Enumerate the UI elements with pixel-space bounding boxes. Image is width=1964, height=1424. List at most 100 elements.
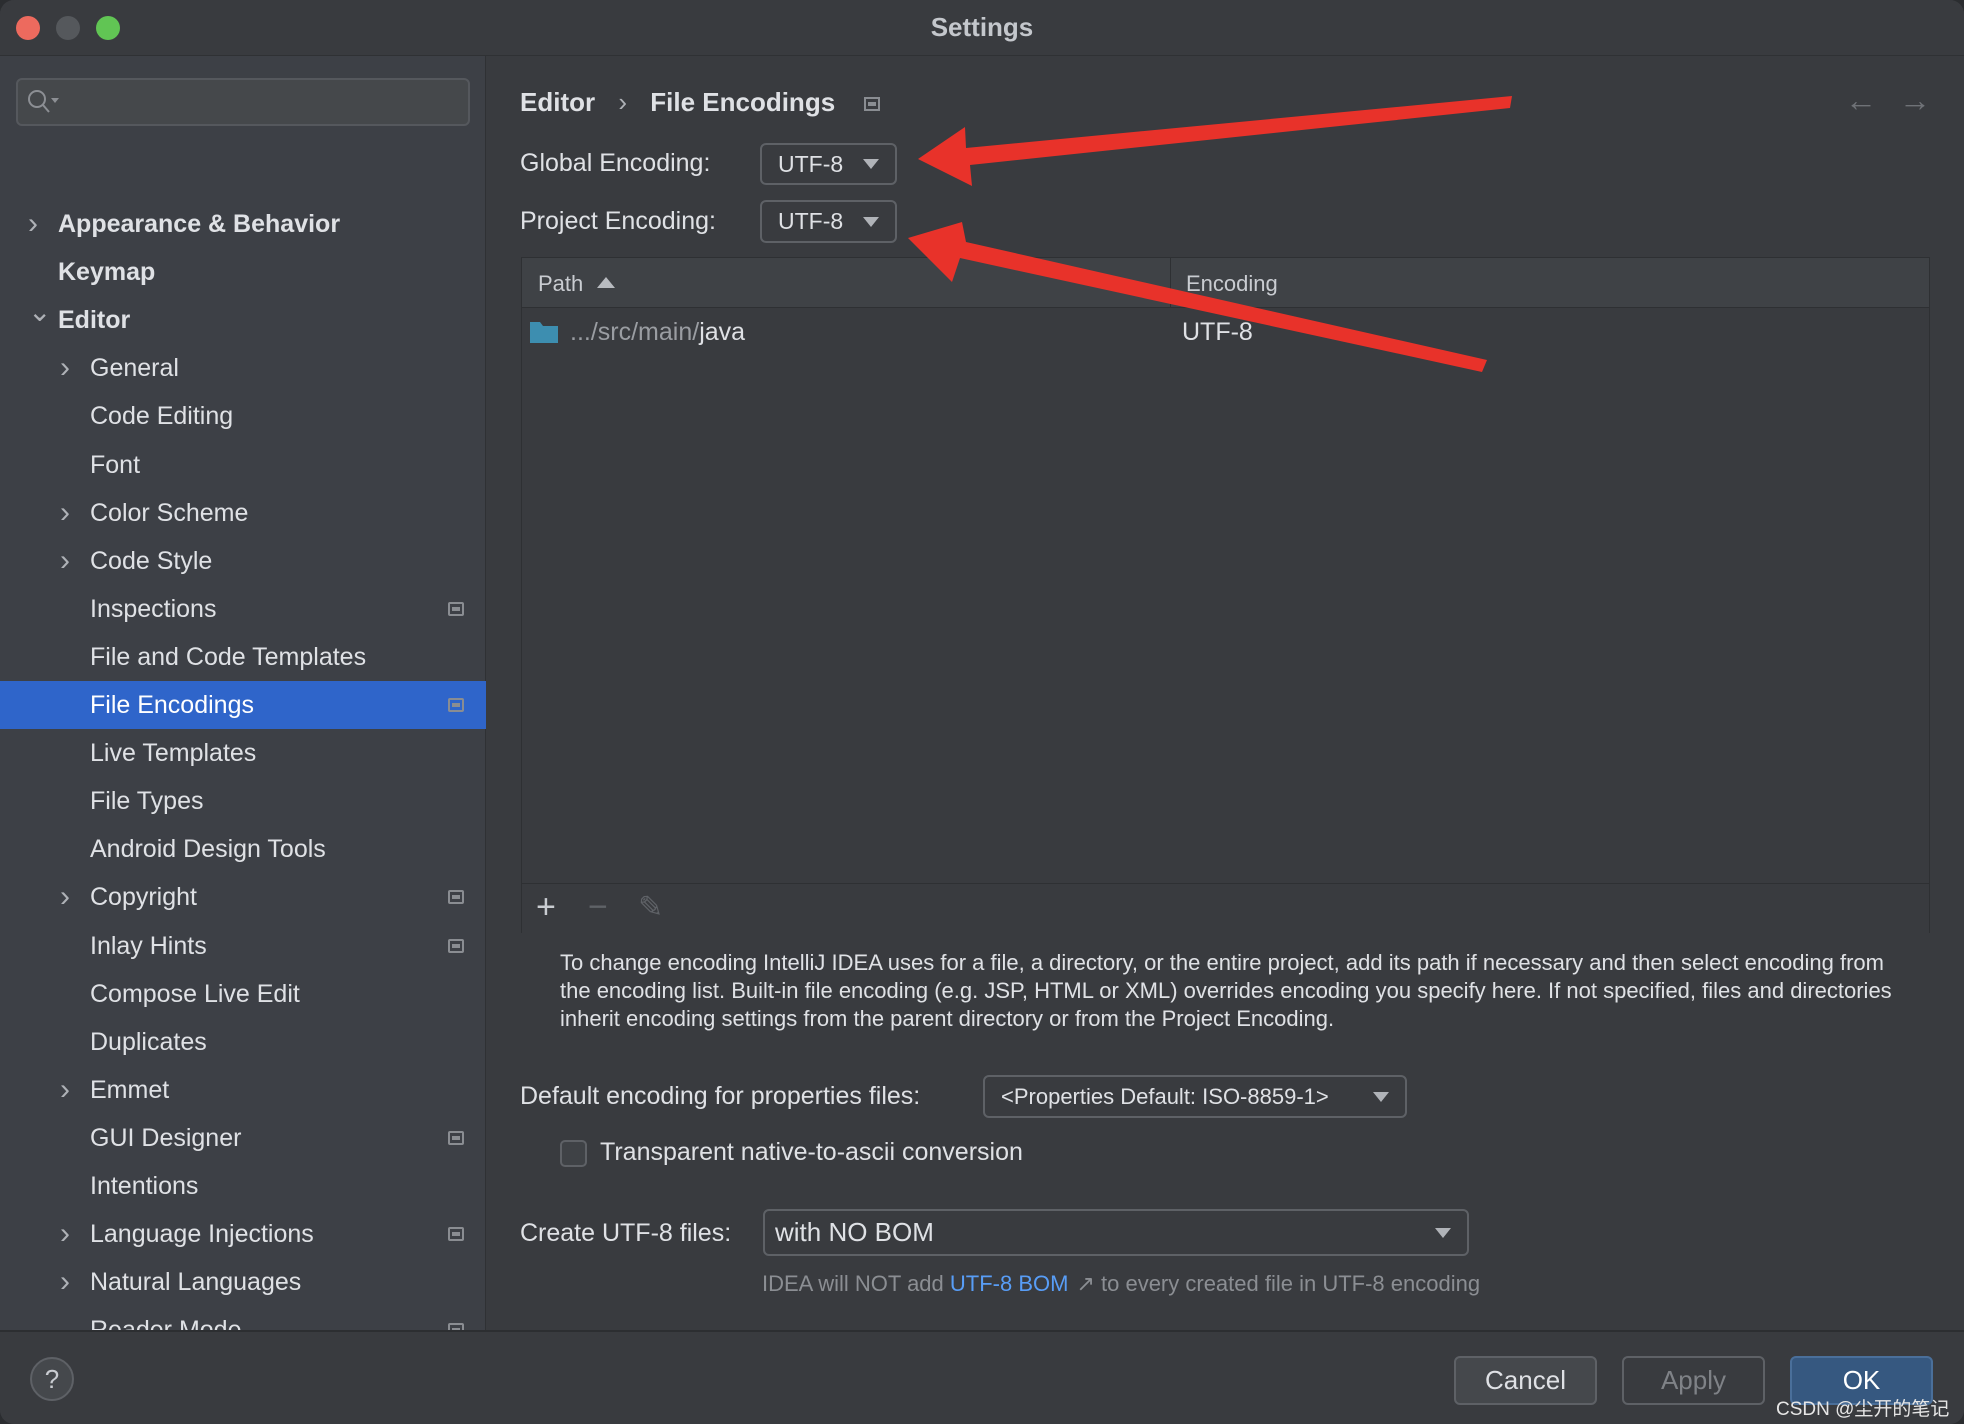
sidebar-item-label: Font [90, 450, 141, 479]
sidebar-item-color-scheme[interactable]: › Color Scheme [0, 489, 486, 537]
column-header-encoding[interactable]: Encoding [1186, 271, 1278, 297]
sidebar-item-live-templates[interactable]: Live Templates [0, 729, 486, 777]
project-scope-icon [448, 938, 464, 953]
chevron-right-icon[interactable]: › [60, 1210, 70, 1258]
folder-icon [530, 322, 558, 343]
sidebar-item-label: Natural Languages [90, 1268, 302, 1297]
sidebar-item-natural-languages[interactable]: › Natural Languages [0, 1258, 486, 1306]
settings-sidebar: › Appearance & Behavior Keymap ⌄ Editor › Gene… [0, 56, 486, 1392]
table-toolbar: + − ✎ [522, 883, 1929, 933]
sidebar-item-font[interactable]: Font [0, 441, 486, 489]
hint-text-before: IDEA will NOT add [762, 1271, 950, 1296]
apply-button[interactable]: Apply [1622, 1356, 1765, 1405]
properties-encoding-value: <Properties Default: ISO-8859-1> [1001, 1083, 1329, 1109]
breadcrumb-parent[interactable]: Editor [520, 87, 595, 117]
back-arrow-icon[interactable]: ← [1845, 82, 1877, 119]
cancel-button[interactable]: Cancel [1454, 1356, 1597, 1405]
sidebar-item-appearance-behavior[interactable]: › Appearance & Behavior [0, 200, 486, 248]
sidebar-item-code-style[interactable]: › Code Style [0, 537, 486, 585]
sidebar-item-emmet[interactable]: › Emmet [0, 1066, 486, 1114]
row-path-name: java [699, 318, 746, 346]
create-utf8-label: Create UTF-8 files: [520, 1219, 732, 1247]
row-encoding[interactable]: UTF-8 [1182, 318, 1253, 347]
sidebar-item-intentions[interactable]: Intentions [0, 1162, 486, 1210]
sidebar-item-copyright[interactable]: › Copyright [0, 873, 486, 921]
remove-icon[interactable]: − [588, 888, 608, 927]
breadcrumb: Editor › File Encodings [520, 87, 881, 118]
sidebar-item-compose-live-edit[interactable]: Compose Live Edit [0, 970, 486, 1018]
utf8-bom-link[interactable]: UTF-8 BOM [950, 1271, 1069, 1296]
sidebar-item-label: File Encodings [90, 691, 254, 719]
create-utf8-dropdown[interactable]: with NO BOM [763, 1209, 1469, 1256]
chevron-right-icon[interactable]: › [28, 200, 38, 248]
sidebar-item-editor[interactable]: ⌄ Editor [0, 296, 486, 344]
chevron-right-icon[interactable]: › [60, 1258, 70, 1306]
sidebar-item-general[interactable]: › General [0, 344, 486, 392]
project-encoding-label: Project Encoding: [520, 207, 716, 235]
chevron-down-icon [1373, 1091, 1389, 1102]
sidebar-item-code-editing[interactable]: Code Editing [0, 392, 486, 440]
table-row[interactable]: .../src/main/java UTF-8 [522, 310, 1929, 356]
chevron-right-icon[interactable]: › [60, 489, 70, 537]
chevron-right-icon[interactable]: › [60, 344, 70, 392]
project-scope-icon [448, 601, 464, 616]
column-header-path[interactable]: Path [538, 271, 616, 297]
native-to-ascii-label[interactable]: Transparent native-to-ascii conversion [600, 1138, 1023, 1167]
column-divider[interactable] [1170, 258, 1171, 308]
sidebar-item-file-and-code-templates[interactable]: File and Code Templates [0, 633, 486, 681]
settings-search-input[interactable] [16, 78, 470, 126]
bom-hint: IDEA will NOT add UTF-8 BOM ↗ to every cr… [762, 1271, 1480, 1297]
sidebar-item-gui-designer[interactable]: GUI Designer [0, 1114, 486, 1162]
sidebar-item-label: File Types [90, 787, 204, 816]
chevron-right-icon[interactable]: › [60, 873, 70, 921]
path-encoding-table: Path Encoding .../src/main/java UTF-8 + … [521, 257, 1930, 933]
native-to-ascii-checkbox[interactable] [560, 1140, 587, 1167]
column-header-path-label: Path [538, 271, 584, 296]
external-link-icon: ↗ [1076, 1271, 1095, 1296]
sidebar-item-label: Language Injections [90, 1220, 314, 1249]
row-path: .../src/main/java [570, 318, 745, 347]
project-encoding-dropdown[interactable]: UTF-8 [760, 200, 897, 243]
help-button[interactable]: ? [30, 1357, 74, 1401]
chevron-right-icon[interactable]: › [60, 537, 70, 585]
project-scope-icon [448, 1227, 464, 1242]
edit-icon[interactable]: ✎ [638, 890, 663, 925]
sort-ascending-icon [597, 277, 616, 288]
sidebar-item-duplicates[interactable]: Duplicates [0, 1018, 486, 1066]
global-encoding-label: Global Encoding: [520, 149, 711, 177]
breadcrumb-current: File Encodings [650, 87, 836, 117]
project-scope-icon [448, 1130, 464, 1145]
chevron-down-icon[interactable]: ⌄ [28, 288, 51, 336]
add-icon[interactable]: + [536, 888, 556, 927]
sidebar-item-label: GUI Designer [90, 1123, 242, 1152]
sidebar-item-android-design-tools[interactable]: Android Design Tools [0, 825, 486, 873]
sidebar-item-keymap[interactable]: Keymap [0, 248, 486, 296]
sidebar-item-label: Android Design Tools [90, 835, 326, 864]
sidebar-item-file-encodings[interactable]: File Encodings [0, 681, 486, 729]
sidebar-item-label: Live Templates [90, 739, 257, 768]
sidebar-item-label: Color Scheme [90, 498, 249, 527]
row-path-prefix: .../src/main/ [570, 318, 700, 346]
sidebar-item-label: Editor [58, 306, 131, 335]
sidebar-item-label: Copyright [90, 883, 197, 912]
table-header: Path Encoding [522, 258, 1929, 308]
sidebar-item-inspections[interactable]: Inspections [0, 585, 486, 633]
global-encoding-dropdown[interactable]: UTF-8 [760, 143, 897, 185]
properties-encoding-label: Default encoding for properties files: [520, 1082, 921, 1110]
sidebar-item-file-types[interactable]: File Types [0, 777, 486, 825]
hint-text-after: to every created file in UTF-8 encoding [1094, 1271, 1481, 1296]
sidebar-item-label: Code Editing [90, 402, 234, 431]
chevron-down-icon [1435, 1227, 1451, 1238]
encoding-description: To change encoding IntelliJ IDEA uses fo… [560, 950, 1892, 1031]
project-encoding-value: UTF-8 [778, 208, 844, 234]
sidebar-item-label: Inspections [90, 594, 217, 623]
sidebar-item-label: Inlay Hints [90, 931, 207, 960]
chevron-right-icon[interactable]: › [60, 1066, 70, 1114]
window-title: Settings [930, 12, 1034, 42]
properties-encoding-dropdown[interactable]: <Properties Default: ISO-8859-1> [983, 1075, 1407, 1118]
sidebar-item-language-injections[interactable]: › Language Injections [0, 1210, 486, 1258]
sidebar-item-inlay-hints[interactable]: Inlay Hints [0, 922, 486, 970]
forward-arrow-icon[interactable]: → [1899, 82, 1931, 119]
settings-window: Settings › Appearance & Behavior Keymap ⌄ Ed… [0, 0, 1964, 1424]
settings-content: Editor › File Encodings ← → Global Encod… [487, 56, 1964, 1330]
